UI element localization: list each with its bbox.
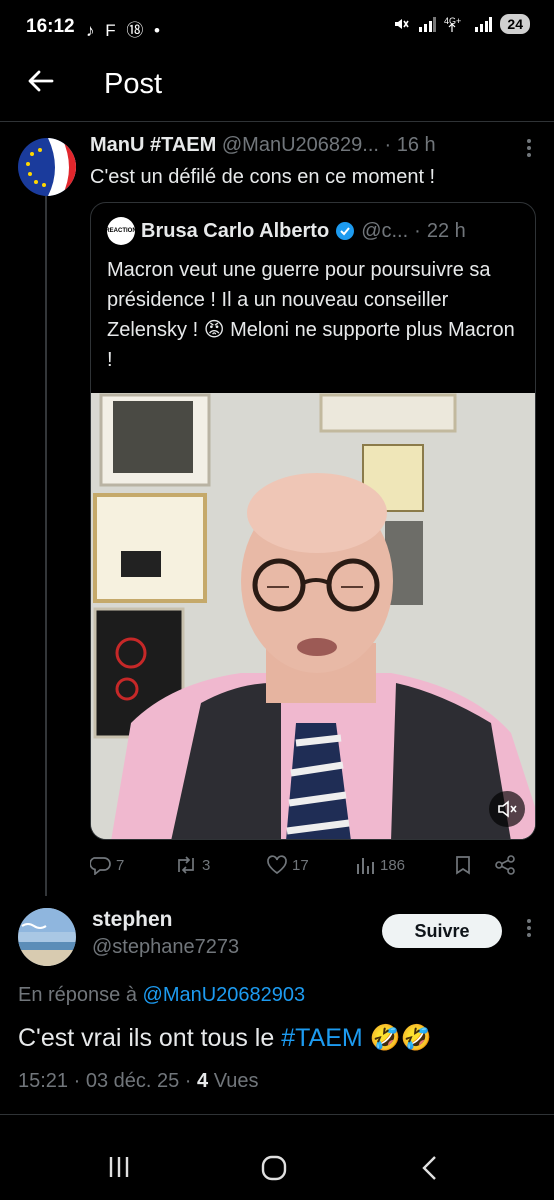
like-button[interactable]: 17 [266, 855, 356, 875]
status-time: 16:12 [26, 16, 75, 37]
quote-author-handle: @c... [361, 219, 409, 242]
video-mute-button[interactable] [489, 791, 525, 827]
like-count: 17 [292, 856, 309, 874]
system-back-button[interactable] [418, 1154, 442, 1187]
status-bar: 16:12 ♪ F ⑱ • 4G+ 24 [0, 0, 554, 56]
system-navigation-bar [0, 1140, 554, 1200]
reply-button[interactable]: 7 [90, 855, 174, 875]
tweet-text: C'est un défilé de cons en ce moment ! [90, 166, 436, 188]
views-button[interactable]: 186 [356, 856, 454, 874]
reply-author-handle[interactable]: @stephane7273 [92, 936, 239, 959]
author-handle[interactable]: @ManU206829... [222, 134, 379, 156]
reply-timestamp: 15:21 · 03 déc. 25 · [18, 1070, 198, 1092]
video-thumbnail [91, 393, 535, 839]
reply-icon [90, 857, 111, 875]
reply-emojis: 🤣🤣 [362, 1024, 432, 1052]
thread-connector [45, 196, 47, 896]
notification-icons: ♪ F ⑱ • [86, 21, 164, 40]
view-count: 186 [380, 856, 406, 874]
more-options-button[interactable] [526, 138, 532, 163]
in-reply-to: En réponse à @ManU20682903 [18, 984, 305, 1007]
tweet-header: ManU #TAEM @ManU206829... · 16 h [90, 134, 530, 157]
recent-apps-icon [109, 1157, 129, 1177]
repost-count: 3 [202, 856, 211, 874]
reply-author-name[interactable]: stephen [92, 908, 173, 932]
heart-icon [267, 855, 287, 875]
reply-divider [0, 1114, 554, 1115]
mute-icon [395, 19, 410, 29]
network-4g-icon: 4G+ [444, 16, 462, 32]
share-button[interactable] [494, 855, 524, 875]
follow-button[interactable]: Suivre [382, 914, 502, 948]
eu-france-flag-avatar [18, 138, 76, 196]
verified-badge-icon [335, 221, 355, 241]
post-time: 16 h [396, 134, 436, 156]
reply-text-main: C'est vrai ils ont tous le [18, 1024, 282, 1052]
arrow-left-icon [28, 70, 54, 92]
repost-icon [178, 856, 194, 874]
quoted-tweet-card[interactable]: REACTION Brusa Carlo Alberto @c... · 22 … [90, 202, 536, 840]
tweet-actions: 7 3 17 186 [90, 852, 534, 878]
quote-text: Macron veut une guerre pour poursuivre s… [107, 259, 515, 371]
speaker-muted-icon [498, 800, 517, 818]
more-vertical-icon [527, 139, 531, 157]
beach-avatar [18, 908, 76, 966]
more-vertical-icon [527, 919, 531, 937]
separator-dot: · [378, 134, 397, 156]
home-circle-icon [261, 1155, 287, 1181]
quote-time: 22 h [426, 219, 466, 242]
bookmark-button[interactable] [454, 855, 494, 875]
reply-count: 7 [116, 856, 125, 874]
recent-apps-button[interactable] [106, 1154, 132, 1185]
reply-text: C'est vrai ils ont tous le #TAEM 🤣🤣 [18, 1024, 432, 1053]
home-button[interactable] [260, 1154, 288, 1187]
repost-button[interactable]: 3 [174, 855, 266, 875]
quote-video[interactable] [91, 393, 535, 839]
avatar[interactable] [18, 908, 76, 966]
chevron-left-icon [422, 1156, 436, 1180]
hashtag-link[interactable]: #TAEM [281, 1024, 363, 1052]
avatar[interactable] [18, 138, 76, 196]
quote-avatar: REACTION [105, 217, 137, 245]
in-reply-handle-link[interactable]: @ManU20682903 [143, 984, 306, 1006]
quote-header: REACTION Brusa Carlo Alberto @c... · 22 … [105, 217, 527, 245]
analytics-icon [357, 858, 374, 874]
bookmark-icon [456, 856, 470, 875]
quote-separator: · [414, 219, 421, 242]
reply-more-options-button[interactable] [526, 918, 532, 943]
top-bar: Post [0, 56, 554, 116]
system-icons: 4G+ 24 [392, 14, 530, 34]
reply-views-label: Vues [208, 1070, 259, 1092]
author-name[interactable]: ManU #TAEM [90, 134, 216, 156]
reply-metadata: 15:21 · 03 déc. 25 · 4 Vues [18, 1070, 259, 1093]
signal-icon [419, 17, 437, 32]
page-title: Post [104, 68, 163, 100]
share-icon [495, 855, 515, 875]
reply-view-count: 4 [197, 1070, 209, 1092]
in-reply-prefix: En réponse à [18, 984, 143, 1006]
battery-indicator: 24 [500, 14, 530, 34]
header-divider [0, 121, 554, 122]
signal-icon-2 [475, 17, 493, 32]
quote-author-name: Brusa Carlo Alberto [141, 219, 330, 242]
back-button[interactable] [26, 66, 56, 101]
